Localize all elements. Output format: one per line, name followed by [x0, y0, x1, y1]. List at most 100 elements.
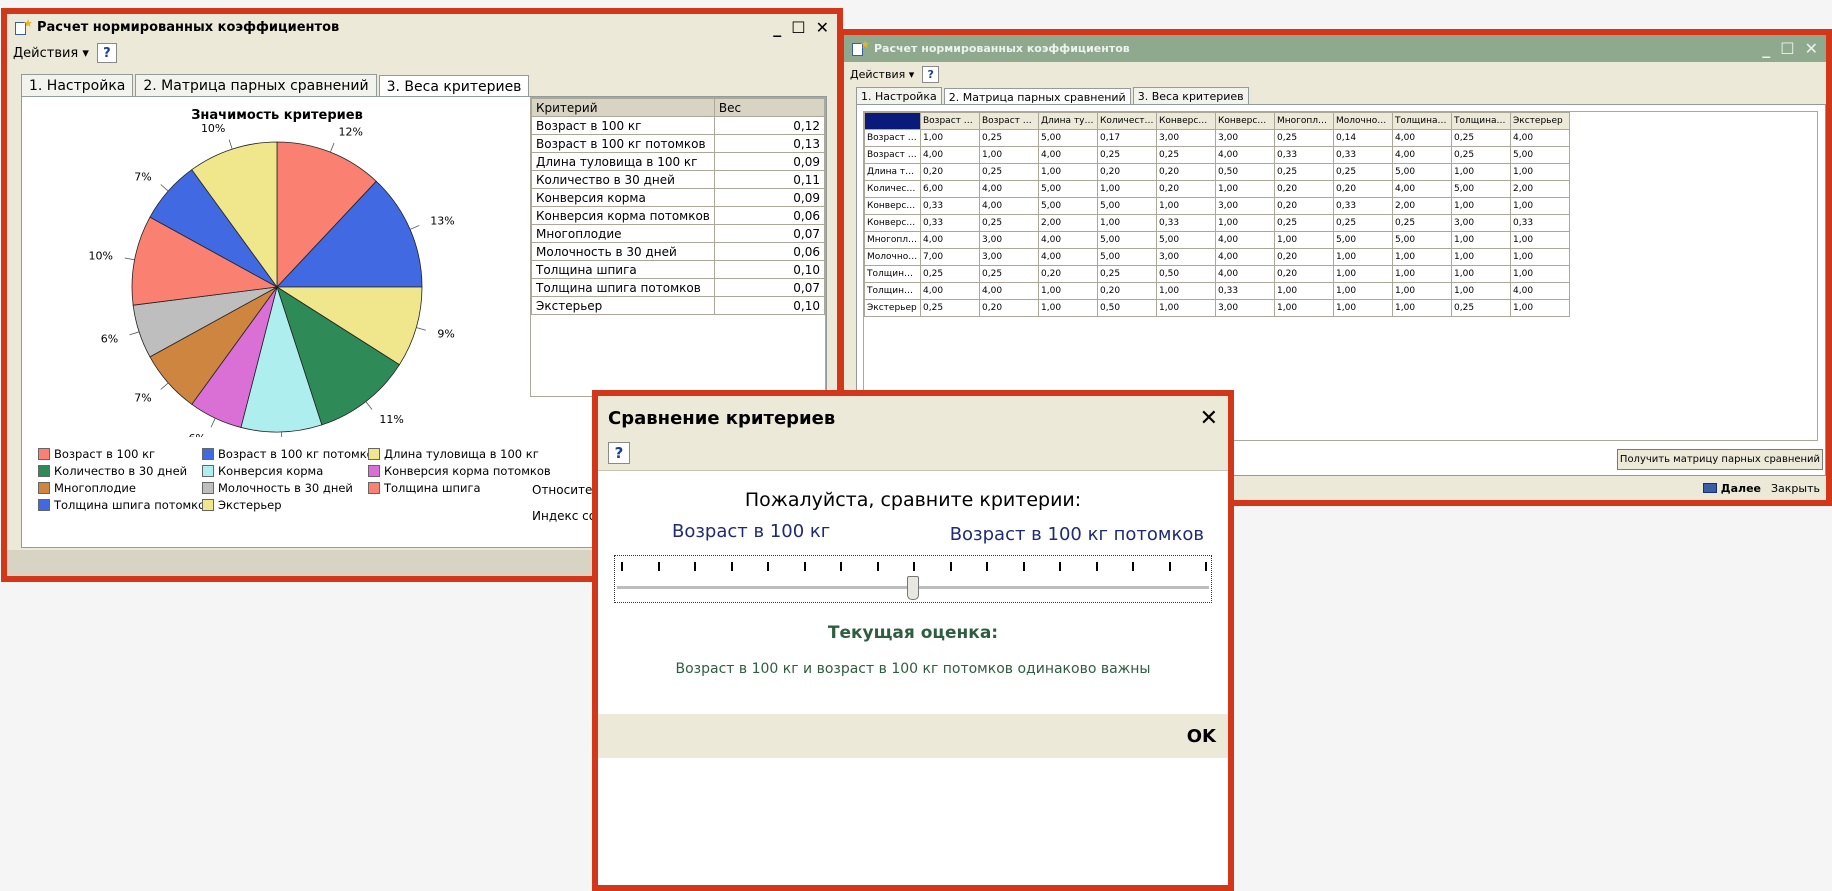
matrix-row-header[interactable]: Возраст в 1...	[864, 146, 921, 164]
matrix-cell[interactable]: 1,00	[1510, 299, 1570, 317]
matrix-col-header[interactable]: Длина тул...	[1038, 112, 1098, 130]
matrix-cell[interactable]: 0,20	[1274, 180, 1334, 198]
matrix-cell[interactable]: 1,00	[1274, 231, 1334, 249]
matrix-row-header[interactable]: Возраст в 1...	[864, 129, 921, 147]
matrix-cell[interactable]: 1,00	[1038, 299, 1098, 317]
table-row[interactable]: Конверсия корма потомков 0,06	[531, 206, 826, 225]
matrix-cell[interactable]: 0,25	[1156, 146, 1216, 164]
matrix-cell[interactable]: 0,50	[1097, 299, 1157, 317]
matrix-cell[interactable]: 1,00	[1274, 282, 1334, 300]
matrix-cell[interactable]: 0,25	[920, 265, 980, 283]
matrix-cell[interactable]: 0,25	[1451, 129, 1511, 147]
matrix-cell[interactable]: 0,20	[1274, 265, 1334, 283]
matrix-row[interactable]: Конверсия ...0,334,005,005,001,003,000,2…	[864, 197, 1570, 215]
matrix-cell[interactable]: 1,00	[1451, 197, 1511, 215]
minimize-icon[interactable]: _	[773, 18, 781, 37]
matrix-cell[interactable]: 0,20	[1038, 265, 1098, 283]
matrix-cell[interactable]: 3,00	[1451, 214, 1511, 232]
criterion-cell[interactable]: Возраст в 100 кг	[531, 116, 715, 135]
matrix-cell[interactable]: 3,00	[1156, 248, 1216, 266]
matrix-cell[interactable]: 0,25	[1097, 265, 1157, 283]
table-row[interactable]: Экстерьер 0,10	[531, 296, 826, 315]
table-row[interactable]: Возраст в 100 кг потомков 0,13	[531, 134, 826, 153]
matrix-row[interactable]: Экстерьер 0,25 0,20 1,00 0,50 1,00 3,00 1,00 1,0…	[864, 299, 1570, 317]
matrix-cell[interactable]: 1,00	[1451, 265, 1511, 283]
matrix-row[interactable]: Количеств... 6,00 4,00 5,00 1,00 0,20 1,00 0,20…	[864, 180, 1570, 198]
matrix-col-header[interactable]: Молочност...	[1333, 112, 1393, 130]
tab-weights[interactable]: 3. Веса критериев	[378, 75, 530, 98]
matrix-cell[interactable]: 0,50	[1156, 265, 1216, 283]
criterion-cell[interactable]: Экстерьер	[531, 296, 715, 315]
matrix-cell[interactable]: 4,00	[1038, 231, 1098, 249]
matrix-col-header[interactable]: Толщина ш...	[1392, 112, 1452, 130]
help-button[interactable]: ?	[922, 65, 940, 83]
matrix-cell[interactable]: 0,25	[1333, 163, 1393, 181]
slider-thumb[interactable]	[907, 576, 919, 600]
matrix-cell[interactable]: 1,00	[1510, 163, 1570, 181]
matrix-cell[interactable]: 0,33	[1333, 197, 1393, 215]
matrix-row-header[interactable]: Экстерьер	[864, 299, 921, 317]
weight-cell[interactable]: 0,12	[713, 116, 826, 135]
matrix-cell[interactable]: 1,00	[1451, 282, 1511, 300]
matrix-cell[interactable]: 4,00	[1215, 265, 1275, 283]
matrix-cell[interactable]: 3,00	[1215, 299, 1275, 317]
matrix-cell[interactable]: 6,00	[920, 180, 980, 198]
matrix-cell[interactable]: 0,33	[1274, 146, 1334, 164]
matrix-cell[interactable]: 1,00	[1451, 248, 1511, 266]
table-row[interactable]: Многоплодие 0,07	[531, 224, 826, 243]
window-matrix-titlebar[interactable]: ★ Расчет нормированных коэффициентов _ ☐…	[844, 35, 1826, 62]
matrix-cell[interactable]: 1,00	[1510, 197, 1570, 215]
matrix-cell[interactable]: 5,00	[1333, 231, 1393, 249]
weight-cell[interactable]: 0,11	[713, 170, 826, 189]
criterion-cell[interactable]: Молочность в 30 дней	[531, 242, 715, 261]
weight-cell[interactable]: 0,06	[713, 206, 826, 225]
matrix-cell[interactable]: 0,20	[1156, 180, 1216, 198]
matrix-cell[interactable]: 1,00	[1038, 163, 1098, 181]
col-header-weight[interactable]: Вес	[713, 98, 826, 117]
matrix-cell[interactable]: 0,25	[1274, 163, 1334, 181]
matrix-cell[interactable]: 0,20	[1097, 163, 1157, 181]
matrix-cell[interactable]: 4,00	[1392, 180, 1452, 198]
matrix-cell[interactable]: 1,00	[1156, 282, 1216, 300]
matrix-cell[interactable]: 1,00	[1215, 214, 1275, 232]
matrix-cell[interactable]: 5,00	[1510, 146, 1570, 164]
tab-matrix[interactable]: 2. Матрица парных сравнений	[135, 74, 377, 97]
matrix-cell[interactable]: 5,00	[1038, 129, 1098, 147]
matrix-cell[interactable]: 2,00	[1038, 214, 1098, 232]
table-row[interactable]: Возраст в 100 кг 0,12	[531, 116, 826, 135]
matrix-cell[interactable]: 0,50	[1215, 163, 1275, 181]
matrix-row[interactable]: Многоплодие4,003,004,005,005,004,001,005…	[864, 231, 1570, 249]
matrix-cell[interactable]: 0,20	[1274, 197, 1334, 215]
matrix-cell[interactable]: 5,00	[1038, 197, 1098, 215]
criterion-cell[interactable]: Многоплодие	[531, 224, 715, 243]
criterion-cell[interactable]: Толщина шпига потомков	[531, 278, 715, 297]
matrix-cell[interactable]: 0,20	[979, 299, 1039, 317]
criterion-cell[interactable]: Конверсия корма потомков	[531, 206, 715, 225]
matrix-cell[interactable]: 0,25	[979, 163, 1039, 181]
matrix-cell[interactable]: 1,00	[1510, 231, 1570, 249]
matrix-cell[interactable]: 7,00	[920, 248, 980, 266]
criterion-cell[interactable]: Возраст в 100 кг потомков	[531, 134, 715, 153]
matrix-cell[interactable]: 0,33	[1156, 214, 1216, 232]
tab-weights[interactable]: 3. Веса критериев	[1132, 87, 1249, 105]
minimize-icon[interactable]: _	[1762, 39, 1770, 58]
matrix-cell[interactable]: 4,00	[1038, 146, 1098, 164]
get-matrix-button[interactable]: Получить матрицу парных сравнений	[1617, 449, 1823, 470]
matrix-cell[interactable]: 0,20	[1156, 163, 1216, 181]
matrix-cell[interactable]: 5,00	[1392, 231, 1452, 249]
matrix-cell[interactable]: 4,00	[979, 282, 1039, 300]
matrix-cell[interactable]: 4,00	[920, 282, 980, 300]
matrix-cell[interactable]: 4,00	[1215, 231, 1275, 249]
matrix-cell[interactable]: 4,00	[979, 197, 1039, 215]
matrix-cell[interactable]: 1,00	[1156, 299, 1216, 317]
matrix-cell[interactable]: 0,33	[1510, 214, 1570, 232]
matrix-corner-cell[interactable]	[864, 112, 921, 130]
maximize-icon[interactable]: ☐	[791, 18, 805, 37]
matrix-cell[interactable]: 1,00	[1392, 248, 1452, 266]
matrix-cell[interactable]: 4,00	[1510, 282, 1570, 300]
next-button[interactable]: Далее	[1702, 482, 1761, 495]
matrix-cell[interactable]: 1,00	[1392, 282, 1452, 300]
matrix-cell[interactable]: 1,00	[1156, 197, 1216, 215]
matrix-cell[interactable]: 1,00	[1333, 248, 1393, 266]
matrix-cell[interactable]: 1,00	[1097, 180, 1157, 198]
